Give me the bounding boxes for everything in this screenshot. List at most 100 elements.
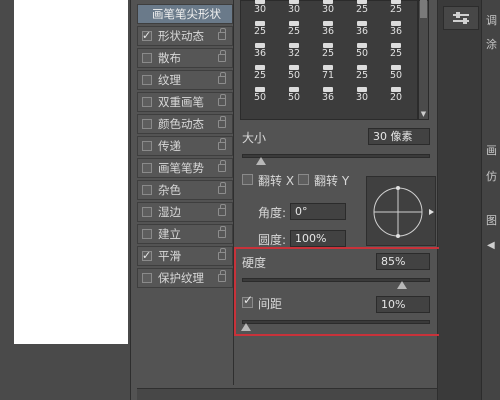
brush-preset[interactable]: 25 [345,0,379,15]
brush-tip-shape-item[interactable]: 画笔笔尖形状 [137,4,233,24]
brush-preset[interactable]: 25 [243,19,277,37]
brush-preset[interactable]: 30 [345,85,379,103]
brush-size-label: 36 [253,48,267,59]
document-canvas[interactable] [14,0,128,344]
brush-preset[interactable]: 36 [345,19,379,37]
angle-crosshair-icon [373,186,434,238]
brush-preset[interactable]: 25 [311,41,345,59]
lock-icon[interactable] [218,160,226,172]
lock-icon[interactable] [218,94,226,106]
brush-size-label: 25 [355,70,369,81]
option-checkbox[interactable] [142,273,152,283]
dock-tab-4[interactable]: 仿 [486,168,497,184]
lock-icon[interactable] [218,182,226,194]
lock-icon[interactable] [218,72,226,84]
brush-size-label: 25 [321,48,335,59]
option-checkbox[interactable] [142,119,152,129]
brush-preset[interactable]: 50 [243,85,277,103]
angle-label: 角度: [258,206,287,220]
brush-preset[interactable]: 36 [243,41,277,59]
brush-preset[interactable]: 50 [345,41,379,59]
brush-option-item[interactable]: 建立 [137,224,233,244]
flip-y-checkbox[interactable] [298,174,309,185]
brush-size-label: 50 [389,70,403,81]
scroll-down-icon[interactable]: ▼ [419,110,428,118]
option-checkbox[interactable] [142,27,152,45]
option-checkbox[interactable] [142,75,152,85]
brush-preset[interactable]: 36 [311,85,345,103]
lock-icon[interactable] [218,226,226,238]
brush-preset[interactable]: 25 [379,0,413,15]
lock-icon[interactable] [218,248,226,260]
brush-preset[interactable]: 25 [277,19,311,37]
brush-option-item[interactable]: 纹理 [137,70,233,90]
angle-field[interactable]: 0° [290,203,346,220]
brush-option-item[interactable]: 散布 [137,48,233,68]
preset-scrollbar-thumb[interactable] [420,0,427,18]
brush-size-label: 50 [287,70,301,81]
dock-tab-5[interactable]: 图 [486,212,497,228]
option-checkbox[interactable] [142,163,152,173]
brush-preset[interactable]: 30 [277,0,311,15]
option-checkbox[interactable] [142,207,152,217]
dock-tab-1[interactable]: 调 [486,12,497,28]
brush-preset[interactable]: 36 [311,19,345,37]
brush-preset-grid[interactable]: 30 30 30 25 25 25 25 36 36 36 36 32 25 50 25 25 50 71 25 50… [240,0,418,120]
brush-option-item[interactable]: 平滑 [137,246,233,266]
size-slider-handle[interactable] [255,157,266,165]
option-checkbox[interactable] [142,97,152,107]
brush-option-item[interactable]: 形状动态 [137,26,233,46]
size-field[interactable]: 30 像素 [368,128,430,145]
brush-settings-button[interactable] [443,6,479,30]
size-slider-track[interactable] [242,154,430,158]
brush-preset[interactable]: 25 [345,63,379,81]
brush-preset[interactable]: 32 [277,41,311,59]
collapsed-panels-column: 调 涂 画 仿 图 ◀ [481,0,500,400]
dock-tab-2[interactable]: 涂 [486,36,497,52]
brush-preset[interactable]: 36 [379,19,413,37]
collapse-arrow-icon[interactable]: ◀ [487,240,495,251]
option-label: 纹理 [158,73,181,87]
option-checkbox[interactable] [142,53,152,63]
flip-x-label: 翻转 X [258,174,295,188]
option-checkbox[interactable] [142,247,152,265]
brush-option-item[interactable]: 颜色动态 [137,114,233,134]
brush-options-list: 画笔笔尖形状 形状动态散布纹理双重画笔颜色动态传递画笔笔势杂色湿边建立平滑保护纹… [137,0,233,385]
brush-option-item[interactable]: 画笔笔势 [137,158,233,178]
brush-preset[interactable]: 71 [311,63,345,81]
flip-x-checkbox[interactable] [242,174,253,185]
option-checkbox[interactable] [142,229,152,239]
option-label: 颜色动态 [158,117,204,131]
brush-preset[interactable]: 50 [379,63,413,81]
brush-size-label: 25 [355,4,369,15]
option-label: 传递 [158,139,181,153]
lock-icon[interactable] [218,50,226,62]
option-checkbox[interactable] [142,185,152,195]
lock-icon[interactable] [218,270,226,282]
brush-preset[interactable]: 50 [277,63,311,81]
preset-scrollbar[interactable] [418,0,429,120]
brush-preset[interactable]: 25 [243,63,277,81]
lock-icon[interactable] [218,28,226,40]
brush-angle-widget[interactable] [366,176,436,246]
brush-option-item[interactable]: 保护纹理 [137,268,233,288]
roundness-field[interactable]: 100% [290,230,346,247]
brush-option-item[interactable]: 双重画笔 [137,92,233,112]
lock-icon[interactable] [218,204,226,216]
lock-icon[interactable] [218,116,226,128]
brush-option-item[interactable]: 湿边 [137,202,233,222]
option-checkbox[interactable] [142,141,152,151]
brush-option-item[interactable]: 杂色 [137,180,233,200]
option-label: 杂色 [158,183,181,197]
brush-preset[interactable]: 30 [311,0,345,15]
brush-preset[interactable]: 50 [277,85,311,103]
brush-option-item[interactable]: 传递 [137,136,233,156]
brush-preset[interactable]: 20 [379,85,413,103]
dock-tab-3[interactable]: 画 [486,142,497,158]
lock-icon[interactable] [218,138,226,150]
brush-size-label: 36 [389,26,403,37]
brush-preset[interactable]: 30 [243,0,277,15]
brush-tip-shape-label: 画笔笔尖形状 [152,7,221,21]
brush-preset[interactable]: 25 [379,41,413,59]
option-label: 画笔笔势 [158,161,204,175]
